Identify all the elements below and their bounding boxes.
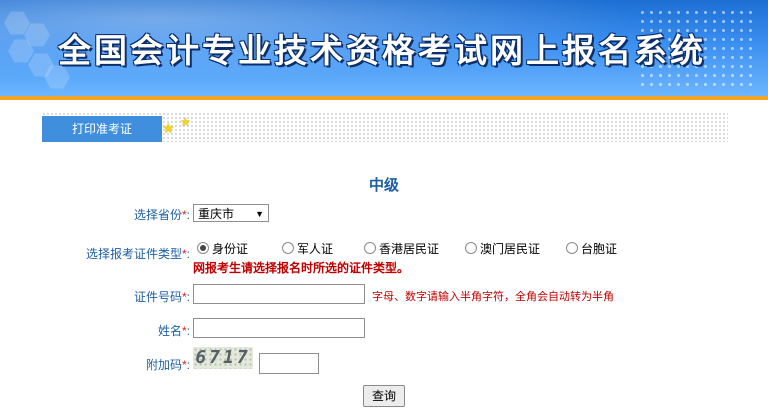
- province-select[interactable]: 重庆市 ▼: [193, 204, 269, 222]
- id-number-label: 证件号码*:: [40, 288, 190, 305]
- id-number-hint: 字母、数字请输入半角字符，全角会自动转为半角: [372, 291, 614, 303]
- captcha-label: 附加码*:: [40, 356, 190, 373]
- banner-stripe: [0, 96, 768, 100]
- radio-id-card[interactable]: 身份证: [197, 240, 248, 257]
- captcha-label-text: 附加码: [145, 358, 182, 372]
- system-title: 全国会计专业技术资格考试网上报名系统: [58, 31, 706, 70]
- query-button[interactable]: 查询: [363, 385, 405, 407]
- colon: :: [186, 247, 190, 261]
- radio-label: 身份证: [212, 242, 249, 256]
- radio-unchecked-icon: [465, 242, 477, 254]
- id-number-input[interactable]: [193, 284, 365, 304]
- radio-label: 香港居民证: [379, 242, 440, 256]
- exam-level-title: 中级: [368, 177, 399, 194]
- colon: :: [186, 290, 190, 304]
- radio-unchecked-icon: [364, 242, 376, 254]
- id-type-warning: 网报考生请选择报名时所选的证件类型。: [193, 261, 410, 275]
- captcha-image[interactable]: 6717: [193, 347, 253, 369]
- radio-military-card[interactable]: 军人证: [282, 240, 333, 257]
- province-label: 选择省份*:: [40, 206, 190, 223]
- colon: :: [186, 358, 190, 372]
- captcha-input[interactable]: [259, 353, 319, 374]
- id-number-label-text: 证件号码: [133, 290, 182, 304]
- id-type-label: 选择报考证件类型*:: [40, 245, 190, 262]
- radio-hongkong-card[interactable]: 香港居民证: [364, 240, 439, 257]
- province-label-text: 选择省份: [133, 208, 182, 222]
- radio-taiwan-card[interactable]: 台胞证: [566, 240, 617, 257]
- radio-unchecked-icon: [282, 242, 294, 254]
- province-select-value: 重庆市: [198, 207, 235, 221]
- colon: :: [186, 324, 190, 338]
- radio-label: 澳门居民证: [480, 242, 541, 256]
- radio-label: 军人证: [297, 242, 334, 256]
- radio-macau-card[interactable]: 澳门居民证: [465, 240, 540, 257]
- header-banner: 全国会计专业技术资格考试网上报名系统: [0, 0, 768, 96]
- name-label: 姓名*:: [40, 322, 190, 339]
- radio-unchecked-icon: [566, 242, 578, 254]
- radio-label: 台胞证: [581, 242, 618, 256]
- star-icon: ★: [162, 120, 175, 136]
- tab-print-admission-ticket[interactable]: 打印准考证: [42, 116, 162, 142]
- name-label-text: 姓名: [157, 324, 182, 338]
- star-icon: ★: [180, 115, 191, 129]
- colon: :: [186, 208, 190, 222]
- radio-checked-icon: [197, 242, 209, 254]
- name-input[interactable]: [193, 318, 365, 338]
- dropdown-arrow-icon: ▼: [255, 209, 264, 219]
- id-type-label-text: 选择报考证件类型: [85, 247, 182, 261]
